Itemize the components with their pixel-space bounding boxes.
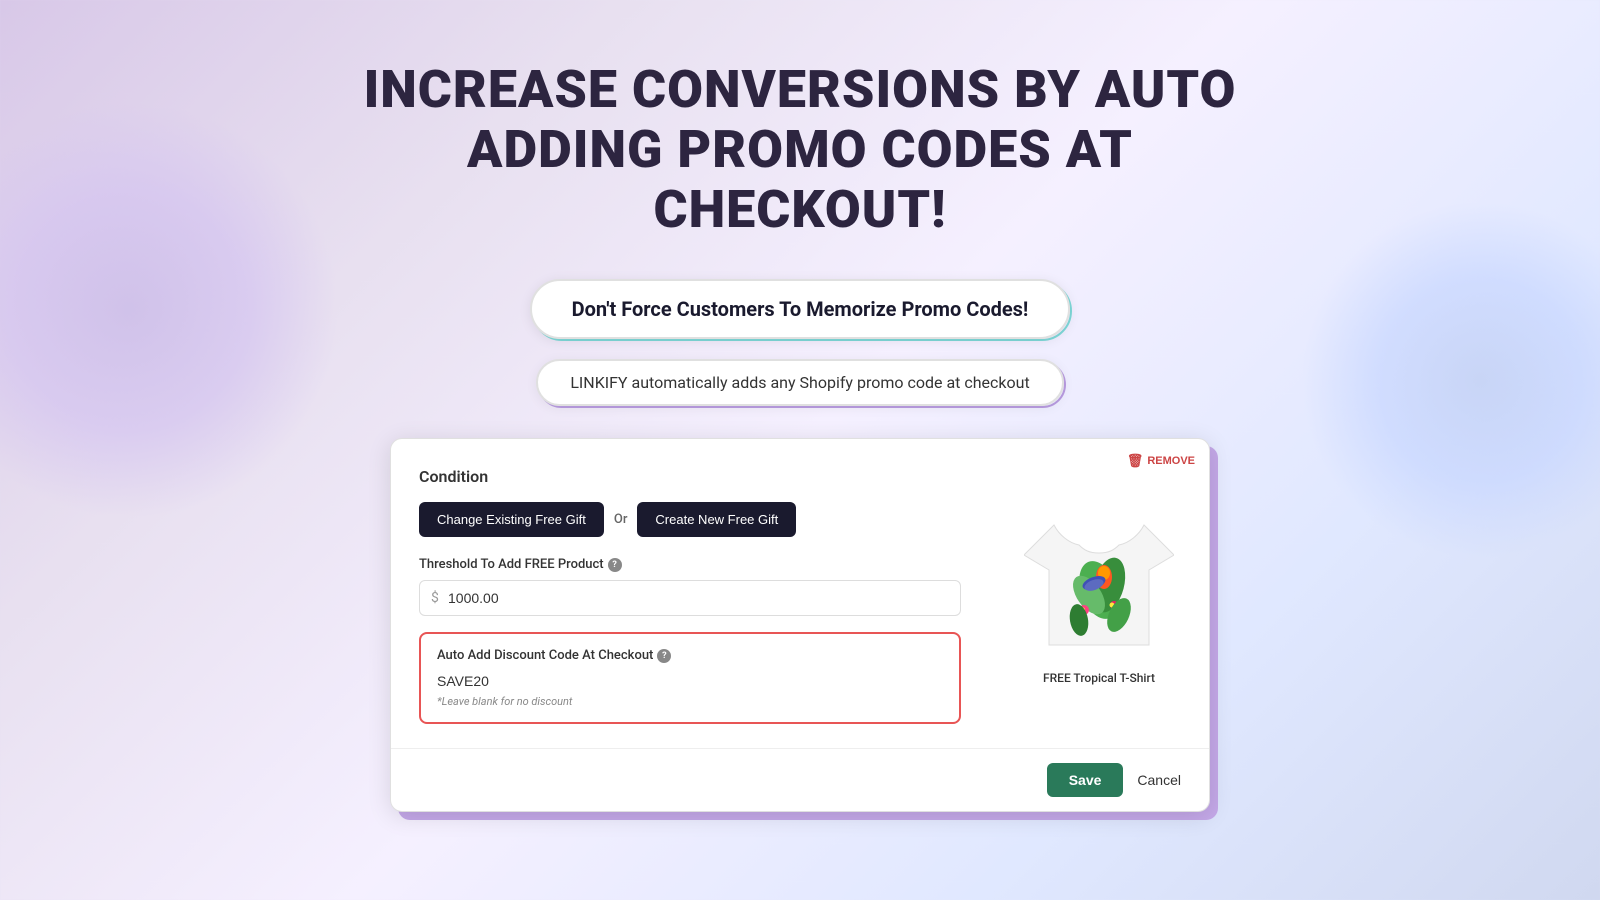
- bg-blob-left: [0, 100, 340, 520]
- tshirt-svg: [1024, 505, 1174, 660]
- cancel-button[interactable]: Cancel: [1133, 763, 1185, 797]
- threshold-input[interactable]: [419, 580, 961, 616]
- card-footer: Save Cancel: [391, 748, 1209, 811]
- discount-help-icon[interactable]: ?: [657, 649, 671, 663]
- card-left: Condition Change Existing Free Gift Or C…: [391, 439, 989, 748]
- discount-input[interactable]: [437, 673, 943, 689]
- page-title: INCREASE CONVERSIONS BY AUTO ADDING PROM…: [350, 60, 1250, 239]
- card-right: 🗑 REMOVE: [989, 439, 1209, 748]
- button-group: Change Existing Free Gift Or Create New …: [419, 502, 961, 537]
- product-image: [1019, 503, 1179, 663]
- product-name: FREE Tropical T-Shirt: [1043, 671, 1155, 685]
- discount-label: Auto Add Discount Code At Checkout ?: [437, 648, 943, 663]
- condition-label: Condition: [419, 467, 961, 486]
- create-new-button[interactable]: Create New Free Gift: [637, 502, 796, 537]
- remove-button[interactable]: 🗑 REMOVE: [1127, 453, 1195, 469]
- card: Condition Change Existing Free Gift Or C…: [390, 438, 1210, 812]
- discount-hint: *Leave blank for no discount: [437, 695, 943, 708]
- save-button[interactable]: Save: [1047, 763, 1124, 797]
- badge-large: Don't Force Customers To Memorize Promo …: [530, 279, 1071, 339]
- threshold-help-icon[interactable]: ?: [608, 558, 622, 572]
- threshold-label: Threshold To Add FREE Product ?: [419, 557, 961, 572]
- card-container: Condition Change Existing Free Gift Or C…: [390, 438, 1210, 812]
- trash-icon: 🗑: [1127, 453, 1144, 469]
- dollar-sign: $: [431, 590, 439, 606]
- badge-small: LINKIFY automatically adds any Shopify p…: [536, 359, 1063, 406]
- discount-section: Auto Add Discount Code At Checkout ? *Le…: [419, 632, 961, 724]
- change-existing-button[interactable]: Change Existing Free Gift: [419, 502, 604, 537]
- bg-blob-right: [1300, 200, 1600, 560]
- or-label: Or: [614, 512, 628, 527]
- card-content: Condition Change Existing Free Gift Or C…: [391, 439, 1209, 748]
- page-wrapper: INCREASE CONVERSIONS BY AUTO ADDING PROM…: [0, 0, 1600, 900]
